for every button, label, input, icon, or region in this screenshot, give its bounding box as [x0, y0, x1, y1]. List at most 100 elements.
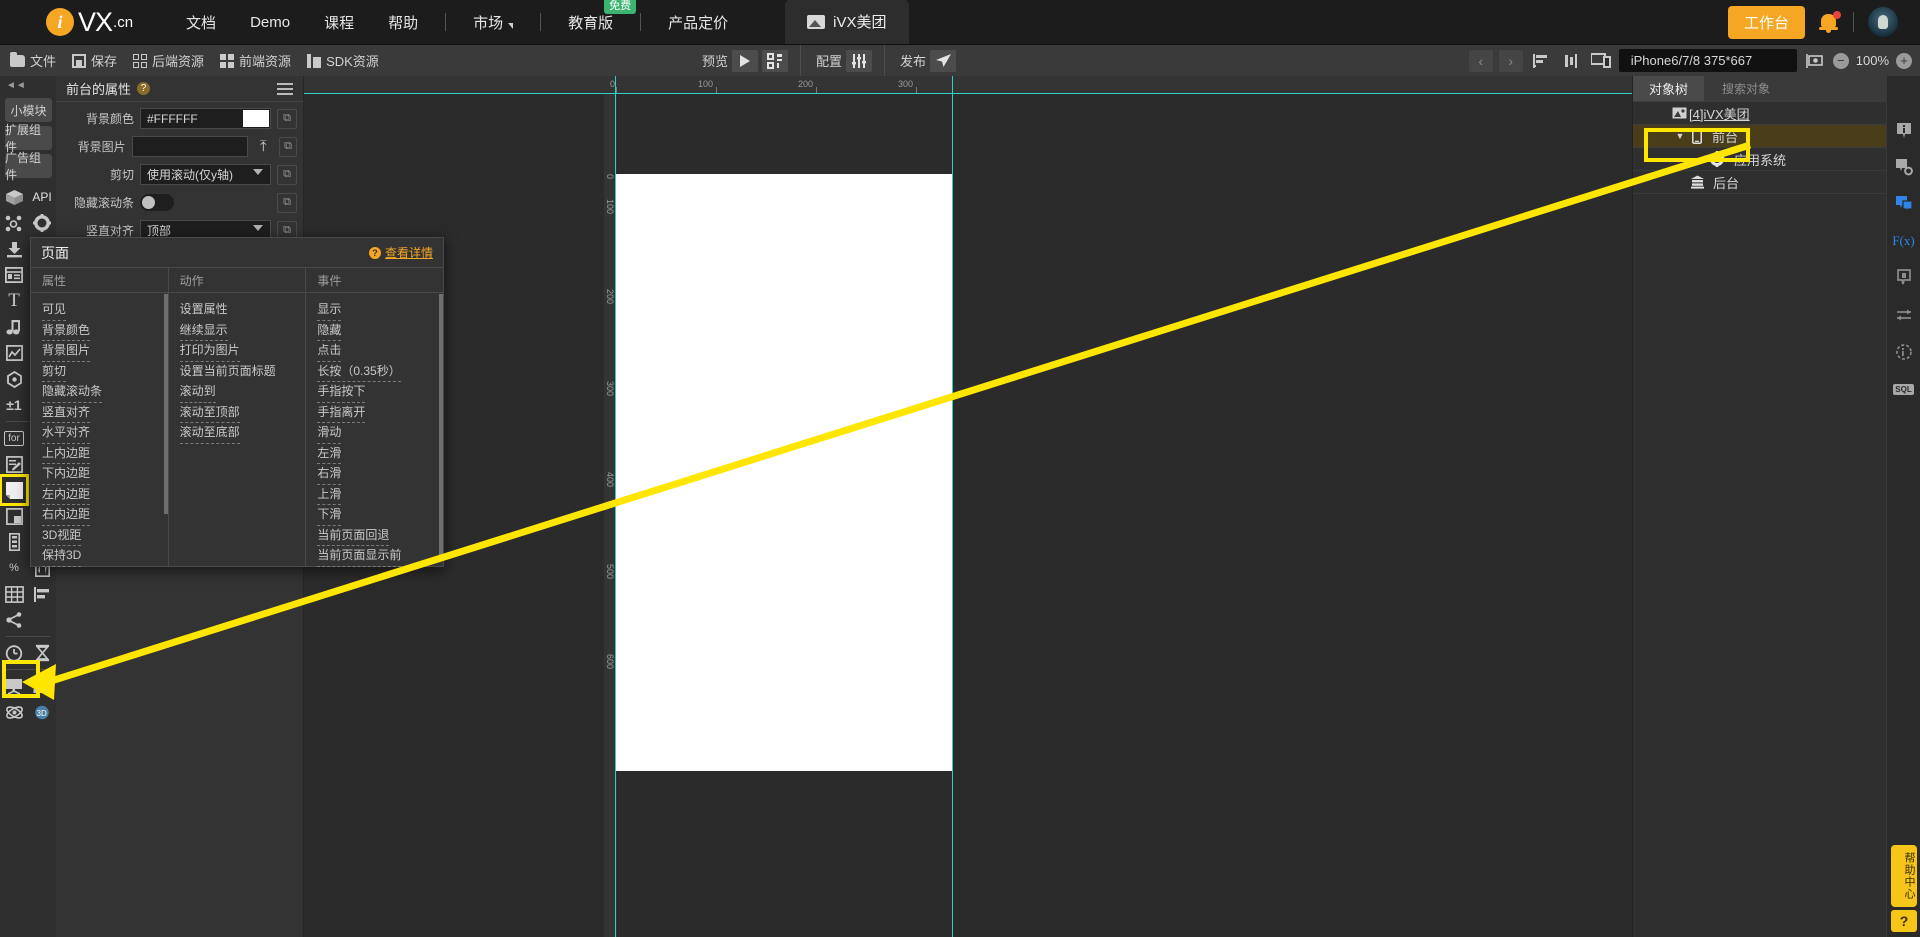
tree-node-app-system[interactable]: 应用系统 [1633, 148, 1920, 171]
rail-icon-chart[interactable] [0, 340, 28, 366]
popup-item[interactable]: 当前页面回退 [317, 525, 390, 546]
info-blue-icon[interactable] [1894, 194, 1914, 214]
rail-icon-download[interactable] [0, 236, 28, 262]
help-question-button[interactable]: ? [1891, 910, 1917, 932]
popup-item[interactable]: 上滑 [317, 484, 342, 505]
popup-item[interactable]: 手指按下 [317, 381, 366, 403]
object-search-field[interactable]: 搜索对象 [1704, 76, 1886, 101]
rail-icon-atom[interactable] [0, 699, 28, 725]
rail-icon-vertical-bar[interactable] [0, 529, 28, 555]
nav-link-courses[interactable]: 课程 [307, 0, 371, 45]
tree-node-frontend[interactable]: ▼ 前台 [1633, 125, 1920, 148]
rail-icon-text[interactable]: T [0, 288, 28, 314]
copy-hide-scrollbar-button[interactable]: ⧉ [277, 192, 297, 213]
align-horizontal-button[interactable] [1529, 50, 1553, 72]
toolbar-save-button[interactable]: 保存 [72, 51, 117, 70]
nav-link-docs[interactable]: 文档 [169, 0, 233, 45]
phone-preview-canvas[interactable] [616, 174, 952, 771]
brand-logo-group[interactable]: i VX .cn [46, 7, 133, 38]
hide-scrollbar-toggle[interactable] [140, 194, 174, 211]
preview-qrcode-button[interactable] [762, 49, 789, 72]
properties-menu-button[interactable] [277, 82, 293, 95]
align-vertical-button[interactable] [1559, 50, 1583, 72]
help-question-icon[interactable]: ? [137, 82, 151, 95]
popup-item[interactable]: 左内边距 [42, 484, 91, 505]
exchange-icon[interactable] [1894, 305, 1914, 325]
popup-item[interactable]: 下内边距 [42, 463, 91, 485]
rail-icon-box[interactable] [0, 184, 28, 210]
rail-icon-layers[interactable] [0, 503, 28, 529]
nav-back-button[interactable]: ‹ [1468, 49, 1493, 72]
popup-item[interactable]: 设置当前页面标题 [180, 361, 276, 382]
popup-item[interactable]: 滚动至顶部 [179, 402, 240, 423]
nav-link-education[interactable]: 教育版 免费 [551, 0, 637, 45]
toolbar-frontend-resources-button[interactable]: 前端资源 [220, 51, 291, 70]
rail-icon-3d[interactable]: 3D [28, 699, 56, 725]
history-icon[interactable] [1894, 342, 1914, 362]
info-copy-icon[interactable] [1894, 268, 1914, 288]
popup-item[interactable]: 3D视距 [42, 525, 82, 546]
fx-icon[interactable]: F(x) [1892, 231, 1914, 251]
popup-item[interactable]: 手指离开 [317, 402, 366, 423]
rail-icon-presentation[interactable] [0, 673, 28, 699]
popup-item[interactable]: 隐藏 [317, 320, 342, 341]
rail-icon-hourglass[interactable] [28, 640, 56, 666]
popup-item[interactable]: 滚动至底部 [179, 422, 240, 444]
popup-item[interactable]: 设置属性 [180, 299, 228, 320]
tab-object-tree[interactable]: 对象树 [1633, 76, 1705, 101]
popup-item[interactable]: 当前页面显示前 [317, 545, 402, 567]
popup-item[interactable]: 右内边距 [42, 504, 91, 526]
popup-item[interactable]: 滑动 [317, 422, 342, 444]
nav-link-demo[interactable]: Demo [233, 0, 307, 45]
popup-item[interactable]: 可见 [42, 299, 67, 321]
nav-forward-button[interactable]: › [1498, 49, 1523, 72]
popup-item[interactable]: 下滑 [317, 504, 342, 526]
horizontal-ruler[interactable]: 0 100 200 300 [304, 76, 1632, 94]
tree-node-backend[interactable]: 后台 [1633, 171, 1920, 194]
popup-item[interactable]: 点击 [317, 340, 342, 362]
rail-icon-share[interactable] [0, 607, 28, 633]
toolbar-file-button[interactable]: 文件 [10, 51, 56, 70]
caret-down-icon[interactable]: ▼ [1673, 131, 1687, 141]
screenshot-button[interactable] [1803, 50, 1827, 72]
popup-item[interactable]: 继续显示 [179, 320, 228, 341]
canvas-area[interactable]: 0 100 200 300 0 100 200 300 400 500 600 [304, 76, 1632, 937]
background-image-input[interactable] [131, 136, 248, 157]
rail-label-api[interactable]: API [28, 184, 56, 210]
popup-item[interactable]: 水平对齐 [42, 422, 91, 444]
rail-pill-extension-components[interactable]: 扩展组件 [5, 123, 52, 154]
device-selector[interactable]: iPhone6/7/8 375*667 [1618, 49, 1797, 72]
avatar[interactable] [1868, 7, 1898, 37]
rail-icon-window[interactable] [0, 262, 28, 288]
publish-send-button[interactable] [930, 49, 957, 72]
copy-clip-button[interactable]: ⧉ [277, 164, 297, 185]
popup-properties-scrollbar[interactable] [163, 294, 168, 514]
view-details-link[interactable]: ? 查看详情 [368, 244, 433, 261]
popup-events-scrollbar[interactable] [439, 294, 444, 559]
rail-icon-page-selected[interactable] [0, 474, 29, 506]
popup-item[interactable]: 右滑 [317, 463, 342, 485]
rail-pill-ad-components[interactable]: 广告组件 [5, 151, 52, 182]
nav-link-help[interactable]: 帮助 [371, 0, 435, 45]
rail-icon-graph[interactable] [0, 210, 28, 236]
rail-collapse-button[interactable]: ◄◄ [0, 80, 56, 94]
rail-icon-align-left[interactable] [28, 581, 56, 607]
toolbar-backend-resources-button[interactable]: 后端资源 [133, 51, 204, 70]
popup-item[interactable]: 背景图片 [42, 340, 91, 362]
preview-play-button[interactable] [732, 49, 759, 72]
rail-icon-hexagon[interactable] [0, 366, 28, 392]
popup-item[interactable]: 显示 [317, 299, 342, 321]
background-color-input[interactable]: #FFFFFF [140, 108, 271, 129]
notification-bell-icon[interactable] [1819, 11, 1841, 33]
clip-select[interactable]: 使用滚动(仅y轴) [140, 164, 271, 185]
rail-icon-sitemap[interactable] [28, 673, 56, 699]
help-center-bar[interactable]: 帮助中心 [1891, 845, 1917, 907]
copy-background-color-button[interactable]: ⧉ [277, 108, 297, 129]
popup-item[interactable]: 长按（0.35秒） [317, 361, 401, 382]
popup-item[interactable]: 隐藏滚动条 [42, 381, 103, 403]
color-swatch[interactable] [243, 110, 269, 127]
popup-item[interactable]: 保持3D [42, 545, 82, 567]
upload-icon[interactable]: ⤒ [254, 138, 273, 155]
rail-icon-music[interactable] [0, 314, 28, 340]
popup-item[interactable]: 上内边距 [42, 443, 91, 464]
